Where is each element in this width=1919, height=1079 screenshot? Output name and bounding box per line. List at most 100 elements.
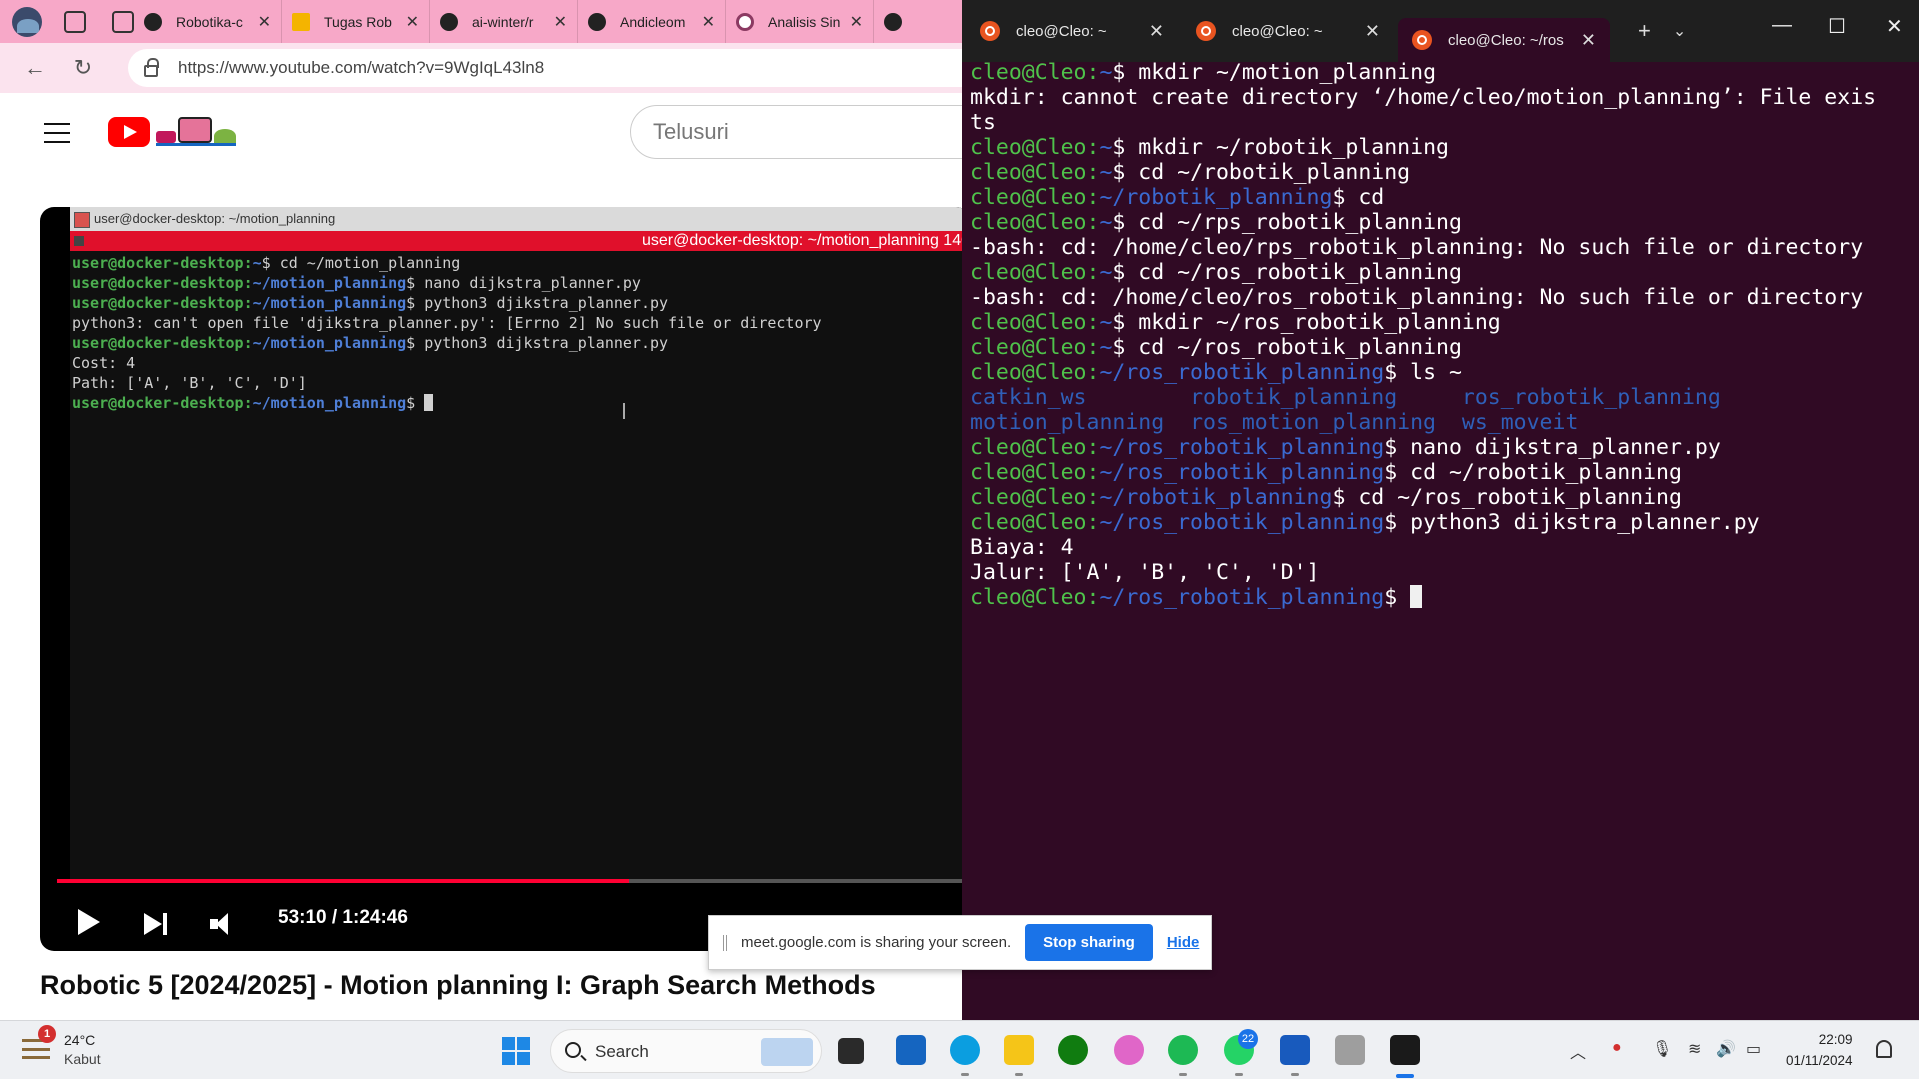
windows-start-icon[interactable] bbox=[502, 1037, 530, 1065]
play-icon[interactable] bbox=[78, 909, 100, 935]
prompt-path: ~ bbox=[1099, 60, 1113, 85]
drag-handle-icon[interactable] bbox=[723, 934, 727, 951]
wifi-icon[interactable]: ≋ bbox=[1688, 1039, 1701, 1059]
terminal-output[interactable]: cleo@Cleo:~$ mkdir ~/motion_planning mkdi… bbox=[970, 60, 1919, 610]
word-icon[interactable] bbox=[1280, 1035, 1310, 1065]
close-icon[interactable]: ✕ bbox=[1581, 30, 1596, 51]
microsoft-store-icon[interactable] bbox=[896, 1035, 926, 1065]
directory-entry: motion_planning bbox=[970, 410, 1191, 435]
command-text: $ bbox=[406, 394, 425, 412]
edge-icon[interactable] bbox=[950, 1035, 980, 1065]
stop-sharing-button[interactable]: Stop sharing bbox=[1025, 924, 1153, 961]
browser-tab[interactable]: Analisis Sin ✕ bbox=[726, 0, 874, 43]
browser-tab[interactable]: Andicleom ✕ bbox=[578, 0, 726, 43]
terminal-tab-label: cleo@Cleo: ~ bbox=[1016, 22, 1107, 40]
close-icon[interactable]: ✕ bbox=[1365, 21, 1380, 42]
active-app-indicator bbox=[1396, 1074, 1414, 1078]
terminal-line: cleo@Cleo:~$ cd ~/ros_robotik_planning bbox=[970, 260, 1919, 285]
command-text: $ mkdir ~/motion_planning bbox=[1112, 60, 1437, 85]
browser-tab[interactable]: ai-winter/r ✕ bbox=[430, 0, 578, 43]
microphone-icon[interactable]: 🎙 bbox=[1652, 1039, 1672, 1059]
hide-link[interactable]: Hide bbox=[1167, 934, 1200, 951]
volume-icon[interactable] bbox=[210, 911, 240, 937]
terminal-line: user@docker-desktop:~$ cd ~/motion_plann… bbox=[72, 253, 962, 273]
reload-icon[interactable]: ↻ bbox=[70, 55, 96, 81]
close-icon[interactable]: ✕ bbox=[1149, 21, 1164, 42]
menu-icon[interactable] bbox=[44, 123, 70, 143]
prompt-user: cleo@Cleo: bbox=[970, 310, 1100, 335]
system-clock[interactable]: 22:09 01/11/2024 bbox=[1786, 1029, 1853, 1071]
profile-avatar[interactable] bbox=[12, 6, 42, 37]
terminal-window: cleo@Cleo: ~ ✕ cleo@Cleo: ~ ✕ cleo@Cleo:… bbox=[962, 0, 1919, 1020]
next-icon[interactable] bbox=[144, 911, 170, 937]
chevron-up-icon[interactable]: ︿ bbox=[1570, 1039, 1586, 1063]
output-text: Jalur: ['A', 'B', 'C', 'D'] bbox=[970, 560, 1320, 585]
tab-actions-icon[interactable] bbox=[112, 10, 134, 33]
terminal-line: -bash: cd: /home/cleo/rps_robotik_planni… bbox=[970, 235, 1919, 260]
prompt-path: ~/ros_robotik_planning bbox=[1099, 585, 1385, 610]
close-icon[interactable]: ✕ bbox=[554, 12, 567, 32]
chatgpt-icon bbox=[736, 12, 754, 31]
spotify-icon[interactable] bbox=[1168, 1035, 1198, 1065]
taskbar-search[interactable]: Search bbox=[550, 1029, 822, 1073]
chevron-down-icon[interactable]: ⌄ bbox=[1673, 21, 1686, 41]
terminal-line: cleo@Cleo:~$ cd ~/ros_robotik_planning bbox=[970, 335, 1919, 360]
directory-entry: robotik_planning bbox=[1190, 385, 1462, 410]
terminal-tab-label: cleo@Cleo: ~/ros bbox=[1448, 31, 1564, 49]
youtube-header: Telusuri bbox=[0, 93, 962, 203]
weather-widget[interactable]: 1 24°C Kabut bbox=[22, 1025, 172, 1071]
url-field[interactable]: https://www.youtube.com/watch?v=9WgIqL43… bbox=[128, 49, 962, 87]
close-window-icon[interactable]: ✕ bbox=[1886, 14, 1903, 39]
xbox-icon[interactable] bbox=[1058, 1035, 1088, 1065]
youtube-search-input[interactable]: Telusuri bbox=[630, 105, 962, 159]
youtube-doodle[interactable] bbox=[156, 111, 236, 149]
prompt-path: ~/ros_robotik_planning bbox=[1099, 435, 1385, 460]
video-player[interactable]: user@docker-desktop: ~/motion_planning u… bbox=[40, 207, 962, 951]
prompt-user: cleo@Cleo: bbox=[970, 185, 1100, 210]
maximize-icon[interactable]: ☐ bbox=[1828, 14, 1846, 39]
minimize-icon[interactable]: — bbox=[1772, 14, 1792, 37]
notification-bell-icon[interactable] bbox=[1876, 1040, 1892, 1058]
battery-icon[interactable]: ▭ bbox=[1746, 1039, 1761, 1059]
close-icon[interactable]: ✕ bbox=[850, 12, 863, 32]
terminal-tab[interactable]: cleo@Cleo: ~ ✕ bbox=[966, 9, 1178, 53]
new-tab-icon[interactable]: + bbox=[1638, 18, 1651, 44]
back-arrow-icon[interactable]: ← bbox=[22, 55, 48, 81]
terminal-tab-strip: cleo@Cleo: ~ ✕ cleo@Cleo: ~ ✕ cleo@Cleo:… bbox=[962, 0, 1919, 62]
command-text: $ cd ~/ros_robotik_planning bbox=[1112, 260, 1462, 285]
workspaces-icon[interactable] bbox=[64, 10, 86, 33]
browser-tab[interactable]: M bbox=[874, 0, 924, 43]
prompt-user: user@docker-desktop: bbox=[72, 394, 253, 412]
browser-tab[interactable]: Robotika-c ✕ bbox=[134, 0, 282, 43]
output-text: python3: can't open file 'djikstra_plann… bbox=[72, 314, 822, 332]
copilot-icon[interactable] bbox=[1114, 1035, 1144, 1065]
settings-app-icon[interactable] bbox=[1335, 1035, 1365, 1065]
prompt-user: cleo@Cleo: bbox=[970, 485, 1100, 510]
prompt-path: ~ bbox=[1099, 160, 1113, 185]
terminal-tab-active[interactable]: cleo@Cleo: ~/ros ✕ bbox=[1398, 18, 1610, 62]
close-icon[interactable]: ✕ bbox=[702, 12, 715, 32]
terminal-line: cleo@Cleo:~$ mkdir ~/motion_planning bbox=[970, 60, 1919, 85]
browser-tab[interactable]: Tugas Rob ✕ bbox=[282, 0, 430, 43]
video-progress-bar[interactable] bbox=[57, 879, 962, 883]
share-notice: meet.google.com is sharing your screen. bbox=[741, 934, 1012, 951]
task-view-icon[interactable] bbox=[838, 1038, 864, 1064]
close-icon[interactable]: ✕ bbox=[258, 12, 271, 32]
terminal-line: cleo@Cleo:~$ mkdir ~/robotik_planning bbox=[970, 135, 1919, 160]
mic-muted-icon[interactable]: ● bbox=[1612, 1039, 1622, 1057]
close-icon[interactable]: ✕ bbox=[406, 12, 419, 32]
terminal-line: motion_planning ros_motion_planning ws_m… bbox=[970, 410, 1919, 435]
youtube-logo-icon[interactable] bbox=[108, 117, 150, 147]
url-text: https://www.youtube.com/watch?v=9WgIqL43… bbox=[178, 58, 545, 77]
browser-tab-strip: Robotika-c ✕ Tugas Rob ✕ ai-winter/r ✕ A… bbox=[0, 0, 962, 43]
text-cursor-icon bbox=[623, 403, 627, 419]
terminal-tab-label: cleo@Cleo: ~ bbox=[1232, 22, 1323, 40]
volume-tray-icon[interactable]: 🔊 bbox=[1716, 1039, 1736, 1059]
command-text: $ mkdir ~/robotik_planning bbox=[1112, 135, 1449, 160]
terminal-app-icon[interactable] bbox=[1390, 1035, 1420, 1065]
command-text: $ cd ~/motion_planning bbox=[261, 254, 461, 272]
terminal-tab[interactable]: cleo@Cleo: ~ ✕ bbox=[1182, 9, 1394, 53]
prompt-user: user@docker-desktop: bbox=[72, 254, 253, 272]
terminal-line: user@docker-desktop:~/motion_planning$ n… bbox=[72, 273, 962, 293]
file-explorer-icon[interactable] bbox=[1004, 1035, 1034, 1065]
